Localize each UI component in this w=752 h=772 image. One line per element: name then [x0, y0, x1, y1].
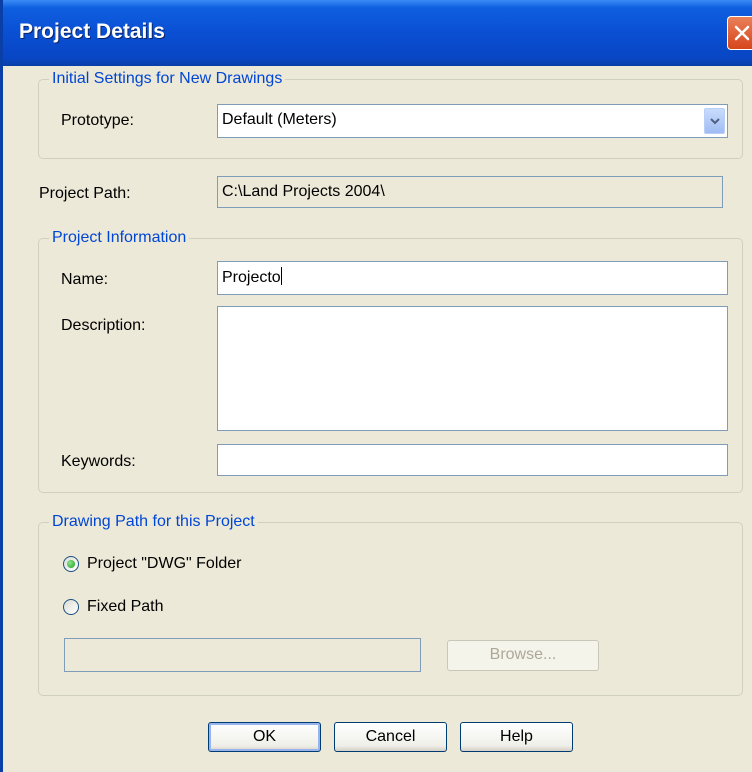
name-value: Projecto [222, 269, 281, 286]
name-label: Name: [61, 271, 109, 288]
chevron-down-icon [710, 118, 720, 125]
name-input[interactable]: Projecto [217, 261, 728, 295]
radio-unselected-icon[interactable] [63, 599, 79, 615]
radio-option-dwg-folder[interactable]: Project "DWG" Folder [63, 553, 323, 575]
close-button[interactable] [727, 16, 752, 50]
text-caret [280, 267, 282, 285]
radio-fixed-path-label: Fixed Path [87, 598, 164, 615]
ok-button[interactable]: OK [208, 722, 321, 752]
title-bar[interactable]: Project Details [3, 0, 752, 66]
close-icon [734, 25, 750, 41]
radio-dot [67, 560, 75, 568]
radio-option-fixed-path[interactable]: Fixed Path [63, 596, 223, 618]
description-textarea[interactable] [217, 306, 728, 431]
keywords-input[interactable] [217, 444, 728, 476]
prototype-dropdown-button[interactable] [704, 108, 725, 134]
dialog-title: Project Details [19, 20, 165, 43]
drawing-path-legend: Drawing Path for this Project [49, 512, 258, 532]
radio-dwg-folder-label: Project "DWG" Folder [87, 555, 242, 572]
initial-settings-legend: Initial Settings for New Drawings [49, 69, 286, 89]
project-details-dialog: Project Details Initial Settings for New… [0, 0, 752, 772]
radio-selected-icon[interactable] [63, 556, 79, 572]
cancel-button[interactable]: Cancel [334, 722, 447, 752]
help-button[interactable]: Help [460, 722, 573, 752]
project-path-label: Project Path: [39, 185, 131, 202]
prototype-label: Prototype: [61, 112, 134, 129]
prototype-select[interactable]: Default (Meters) [217, 104, 728, 138]
browse-button[interactable]: Browse... [447, 640, 599, 671]
description-label: Description: [61, 317, 146, 334]
prototype-selected-value: Default (Meters) [222, 111, 337, 128]
fixed-path-input [64, 638, 421, 672]
project-path-field: C:\Land Projects 2004\ [217, 176, 723, 208]
keywords-label: Keywords: [61, 453, 136, 470]
project-information-legend: Project Information [49, 228, 190, 248]
